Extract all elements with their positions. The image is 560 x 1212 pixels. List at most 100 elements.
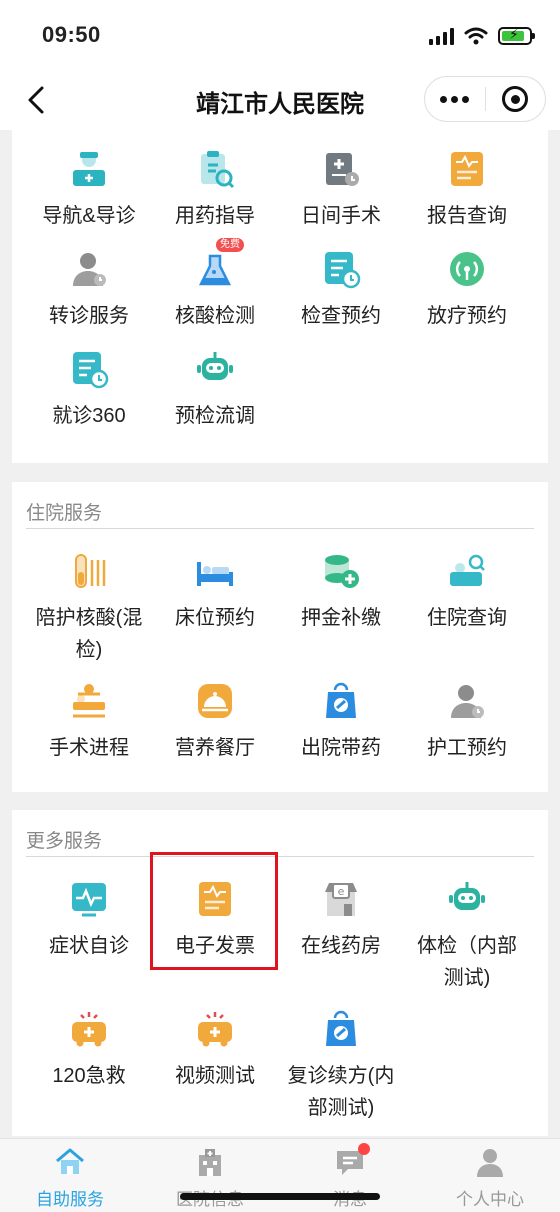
service-item[interactable]: 导航&导诊: [26, 148, 152, 232]
service-item[interactable]: 护工预约: [404, 680, 530, 764]
service-label: 手术进程: [49, 737, 129, 759]
section-title: 更多服务: [26, 831, 103, 852]
service-item[interactable]: 床位预约: [152, 550, 278, 634]
doctor-avatar-icon: [68, 248, 110, 290]
report-icon: [446, 148, 488, 190]
service-label: 床位预约: [175, 607, 255, 629]
service-label: 复诊续方(内部测试): [287, 1065, 395, 1119]
service-label: 报告查询: [427, 205, 507, 227]
service-label: 症状自诊: [49, 935, 129, 957]
service-label: 导航&导诊: [42, 205, 136, 227]
service-label: 护工预约: [427, 737, 507, 759]
status-time: 09:50: [42, 22, 101, 47]
medicine-bag-icon: [320, 680, 362, 722]
close-mini-program-button[interactable]: [485, 77, 545, 121]
service-label: 营养餐厅: [175, 737, 255, 759]
robot-icon: [194, 348, 236, 390]
service-label: 体检（内部测试): [417, 935, 517, 989]
service-item[interactable]: 复诊续方(内部测试): [278, 1008, 404, 1124]
status-bar: 09:50 ⚡: [0, 0, 560, 70]
radiation-icon: [446, 248, 488, 290]
medicine-bag-icon: [320, 1008, 362, 1050]
flask-icon: 免费: [194, 238, 244, 290]
surgery-clipboard-icon: [320, 148, 362, 190]
service-label: 住院查询: [427, 607, 507, 629]
home-indicator: [180, 1193, 380, 1200]
service-label: 用药指导: [175, 205, 255, 227]
service-item[interactable]: 押金补缴: [278, 550, 404, 634]
service-item[interactable]: 体检（内部测试): [404, 878, 530, 994]
service-item[interactable]: 视频测试: [152, 1008, 278, 1092]
hospital-icon: [194, 1147, 226, 1177]
service-item[interactable]: 营养餐厅: [152, 680, 278, 764]
service-label: 转诊服务: [49, 305, 129, 327]
highlight-box: [150, 852, 278, 970]
service-label: 出院带药: [301, 737, 381, 759]
status-icons: ⚡: [429, 24, 535, 48]
unread-dot: [358, 1143, 370, 1155]
service-item[interactable]: 症状自诊: [26, 878, 152, 962]
tab-hospital[interactable]: 医院信息: [140, 1147, 280, 1210]
inpatient-services-card: 住院服务 陪护核酸(混检) 床位预约 押金补缴 住院查询 手术进程 营养餐厅 出院带药 护工预…: [12, 482, 548, 792]
message-icon: [334, 1143, 370, 1177]
service-label: 在线药房: [301, 935, 381, 957]
service-item[interactable]: 120急救: [26, 1008, 152, 1092]
medicine-clipboard-icon: [194, 148, 236, 190]
service-item[interactable]: 检查预约: [278, 248, 404, 332]
divider: [26, 528, 534, 529]
home-icon: [54, 1147, 86, 1177]
battery-icon: ⚡: [498, 26, 535, 45]
tab-bar: 自助服务 医院信息消息个人中心: [0, 1138, 560, 1212]
service-item[interactable]: e 在线药房: [278, 878, 404, 962]
service-item[interactable]: 日间手术: [278, 148, 404, 232]
service-item[interactable]: 就诊360: [26, 348, 152, 432]
tab-person[interactable]: 个人中心: [420, 1147, 560, 1210]
more-options-button[interactable]: [425, 77, 485, 121]
service-label: 押金补缴: [301, 607, 381, 629]
caregiver-icon: [446, 680, 488, 722]
free-badge: 免费: [216, 238, 244, 252]
service-label: 检查预约: [301, 305, 381, 327]
service-item[interactable]: 转诊服务: [26, 248, 152, 332]
clock-doc-icon: [68, 348, 110, 390]
signal-icon: [429, 27, 454, 45]
tab-message[interactable]: 消息: [280, 1143, 420, 1210]
service-label: 核酸检测: [175, 305, 255, 327]
service-label: 放疗预约: [427, 305, 507, 327]
service-item[interactable]: 免费核酸检测: [152, 238, 278, 332]
robot-icon: [446, 878, 488, 920]
person-icon: [474, 1147, 506, 1177]
service-item[interactable]: 放疗预约: [404, 248, 530, 332]
divider: [26, 856, 534, 857]
tab-label: 自助服务: [36, 1190, 104, 1209]
service-item[interactable]: 报告查询: [404, 148, 530, 232]
coins-icon: [320, 550, 362, 592]
patient-search-icon: [446, 550, 488, 592]
service-item[interactable]: 陪护核酸(混检): [26, 550, 152, 666]
service-item[interactable]: 住院查询: [404, 550, 530, 634]
dish-icon: [194, 680, 236, 722]
mini-program-capsule: [424, 76, 546, 122]
test-tube-icon: [68, 550, 110, 592]
pharmacy-icon: e: [320, 878, 362, 920]
target-icon: [502, 86, 529, 112]
ambulance-icon: [194, 1008, 236, 1050]
nurse-icon: [68, 148, 110, 190]
svg-text:e: e: [338, 885, 345, 898]
service-item[interactable]: 用药指导: [152, 148, 278, 232]
wifi-icon: [464, 27, 488, 45]
more-services-card: 更多服务 症状自诊 电子发票 e 在线药房 体检（内部测试) 120急救 视频测试 复诊续方(…: [12, 810, 548, 1136]
service-item[interactable]: 手术进程: [26, 680, 152, 764]
nav-bar: 靖江市人民医院: [0, 70, 560, 130]
service-label: 就诊360: [52, 405, 126, 427]
service-item[interactable]: 预检流调: [152, 348, 278, 432]
tab-home[interactable]: 自助服务: [0, 1147, 140, 1210]
ambulance-icon: [68, 1008, 110, 1050]
service-label: 120急救: [52, 1065, 126, 1087]
service-item[interactable]: 出院带药: [278, 680, 404, 764]
heartbeat-monitor-icon: [68, 878, 110, 920]
service-label: 日间手术: [301, 205, 381, 227]
calendar-doc-icon: [320, 248, 362, 290]
service-label: 陪护核酸(混检): [35, 607, 143, 661]
top-services-card: 导航&导诊 用药指导 日间手术 报告查询 转诊服务 免费 核酸检测 检查预约 放疗预约 就诊360…: [12, 130, 548, 463]
